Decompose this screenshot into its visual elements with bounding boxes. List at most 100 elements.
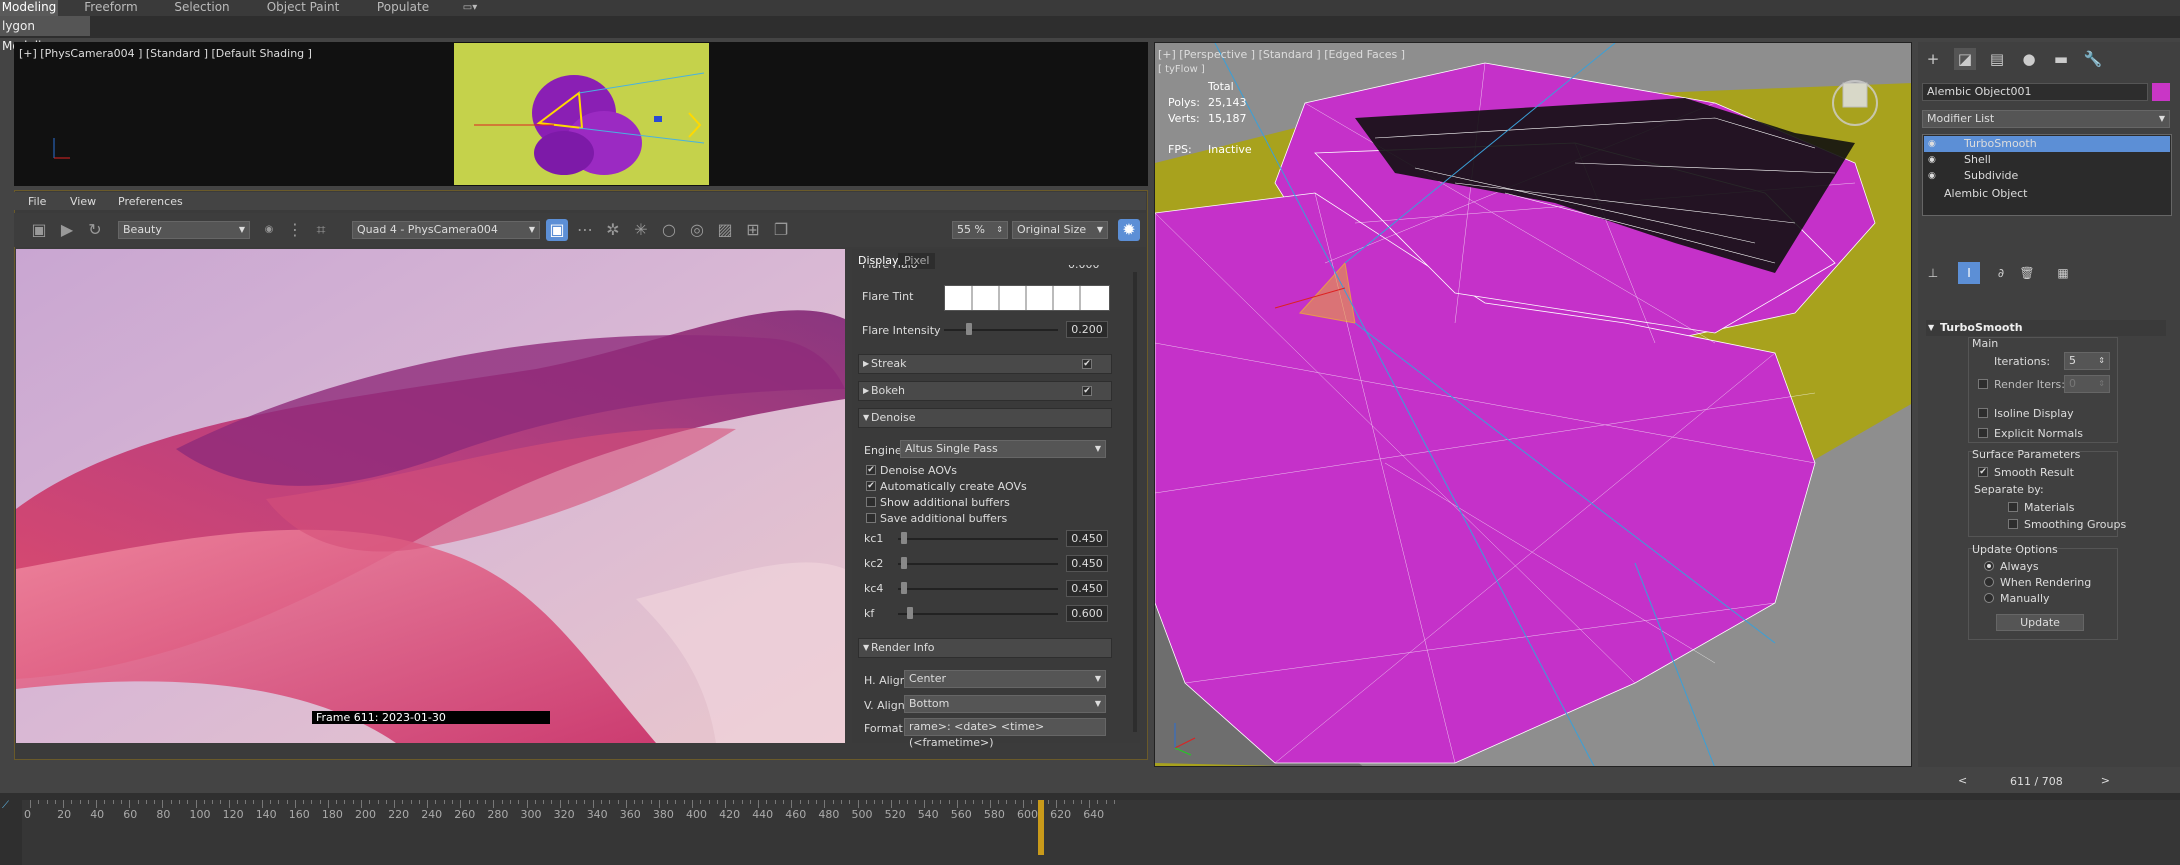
display-icon[interactable]: ▬ (2050, 48, 2072, 70)
section-render-info[interactable]: ▼ Render Info (858, 638, 1112, 658)
when-rendering-radio[interactable] (1984, 577, 1994, 587)
menu-preferences[interactable]: Preferences (118, 195, 183, 208)
kf-value[interactable]: 0.600 (1066, 605, 1108, 622)
tab-selection[interactable]: Selection (168, 0, 236, 16)
update-button[interactable]: Update (1996, 614, 2084, 631)
eye-icon[interactable]: ◉ (1928, 168, 1936, 184)
section-bokeh[interactable]: ▶ Bokeh (858, 381, 1112, 401)
stack-item-subdivide[interactable]: ◉ Subdivide (1924, 168, 2170, 184)
make-unique-icon[interactable]: ∂ (1990, 262, 2012, 284)
kc1-thumb[interactable] (901, 532, 908, 544)
target-icon[interactable]: ◎ (686, 219, 708, 241)
flare-intensity-value[interactable]: 0.200 (1066, 321, 1108, 338)
region-icon[interactable]: ⋯ (574, 219, 596, 241)
explicit-normals-checkbox[interactable] (1978, 428, 1988, 438)
stack-item-alembic[interactable]: Alembic Object (1924, 186, 2170, 202)
grid-icon[interactable]: ⋮ (284, 219, 306, 241)
refresh-icon[interactable]: ↻ (84, 219, 106, 241)
menu-view[interactable]: View (70, 195, 96, 208)
prev-frame-icon[interactable]: < (1958, 774, 1967, 787)
streak-checkbox[interactable]: ✔ (1082, 359, 1092, 369)
eye-icon[interactable]: ◉ (1928, 136, 1936, 152)
modify-icon[interactable]: ◪ (1954, 48, 1976, 70)
kc4-thumb[interactable] (901, 582, 908, 594)
tab-object-paint[interactable]: Object Paint (258, 0, 348, 16)
key-filter-icon[interactable]: ⟋ (2, 800, 9, 811)
tab-modeling[interactable]: Modeling (0, 0, 58, 16)
polygon-modeling-label[interactable]: lygon Modeling (0, 16, 90, 53)
show-buffers-checkbox[interactable] (866, 497, 876, 507)
flare-intensity-thumb[interactable] (965, 323, 972, 335)
add-image-icon[interactable]: ⊞ (742, 219, 764, 241)
next-frame-icon[interactable]: > (2101, 774, 2110, 787)
copy-icon[interactable]: ❐ (770, 219, 792, 241)
engine-dropdown[interactable]: Altus Single Pass ▼ (900, 440, 1106, 458)
snowflake-alt-icon[interactable]: ✳ (630, 219, 652, 241)
settings-toggle-icon[interactable]: ✹ (1118, 219, 1140, 241)
kc1-track[interactable] (898, 538, 1058, 540)
rgb-icon[interactable]: ◉ (258, 219, 280, 241)
render-iters-checkbox[interactable] (1978, 379, 1988, 389)
snowflake-icon[interactable]: ✲ (602, 219, 624, 241)
bokeh-checkbox[interactable]: ✔ (1082, 386, 1092, 396)
rollout-turbosmooth[interactable]: ▼ TurboSmooth (1926, 320, 2166, 336)
flare-intensity-track[interactable] (944, 329, 1058, 331)
pin-icon[interactable]: ⊥ (1922, 262, 1944, 284)
section-denoise[interactable]: ▼ Denoise (858, 408, 1112, 428)
crop-icon[interactable]: ⌗ (310, 219, 332, 241)
kc2-value[interactable]: 0.450 (1066, 555, 1108, 572)
show-end-result-icon[interactable]: I (1958, 262, 1980, 284)
play-icon[interactable]: ▶ (56, 219, 78, 241)
kf-track[interactable] (898, 613, 1058, 615)
stack-item-shell[interactable]: ◉ Shell (1924, 152, 2170, 168)
configure-icon[interactable]: ▦ (2052, 262, 2074, 284)
object-color-swatch[interactable] (2152, 83, 2170, 101)
materials-checkbox[interactable] (2008, 502, 2018, 512)
circle-icon[interactable]: ○ (658, 219, 680, 241)
tab-populate[interactable]: Populate (368, 0, 438, 16)
modifier-list-dropdown[interactable]: Modifier List ▼ (1922, 110, 2170, 128)
playhead[interactable] (1038, 800, 1045, 855)
motion-icon[interactable]: ● (2018, 48, 2040, 70)
always-radio[interactable] (1984, 561, 1994, 571)
kc2-track[interactable] (898, 563, 1058, 565)
iterations-spinner[interactable]: 5 ⇕ (2064, 352, 2110, 370)
flare-tint-swatches[interactable] (944, 285, 1110, 311)
kc4-value[interactable]: 0.450 (1066, 580, 1108, 597)
kc2-thumb[interactable] (901, 557, 908, 569)
render-iters-spinner[interactable]: 0 ⇕ (2064, 375, 2110, 393)
manually-radio[interactable] (1984, 593, 1994, 603)
size-dropdown[interactable]: Original Size ▼ (1012, 221, 1108, 239)
camera-viewport-label[interactable]: [+] [PhysCamera004 ] [Standard ] [Defaul… (19, 47, 312, 60)
kc1-value[interactable]: 0.450 (1066, 530, 1108, 547)
section-streak[interactable]: ▶ Streak (858, 354, 1112, 374)
kc4-track[interactable] (898, 588, 1058, 590)
hierarchy-icon[interactable]: ▤ (1986, 48, 2008, 70)
denoise-aovs-checkbox[interactable]: ✔ (866, 465, 876, 475)
kf-thumb[interactable] (907, 607, 914, 619)
perspective-viewport-label[interactable]: [+] [Perspective ] [Standard ] [Edged Fa… (1158, 48, 1405, 61)
h-align-dropdown[interactable]: Center ▼ (904, 670, 1106, 688)
eye-icon[interactable]: ◉ (1928, 152, 1936, 168)
format-input[interactable]: rame>: <date> <time> (<frametime>) (904, 718, 1106, 749)
save-buffers-checkbox[interactable] (866, 513, 876, 523)
view-dropdown[interactable]: Quad 4 - PhysCamera004 ▼ (352, 221, 540, 239)
isoline-checkbox[interactable] (1978, 408, 1988, 418)
object-name-field[interactable]: Alembic Object001 (1922, 83, 2148, 101)
panel-scrollbar[interactable] (1133, 272, 1137, 732)
ribbon-options-icon[interactable]: ▭▾ (456, 0, 484, 16)
smooth-result-checkbox[interactable]: ✔ (1978, 467, 1988, 477)
image-icon[interactable]: ▨ (714, 219, 736, 241)
lock-icon[interactable]: ▣ (546, 219, 568, 241)
perspective-viewport[interactable] (1154, 42, 1912, 767)
trash-icon[interactable]: 🗑 (2016, 262, 2038, 284)
tab-freeform[interactable]: Freeform (70, 0, 152, 16)
menu-file[interactable]: File (28, 195, 46, 208)
auto-create-aovs-checkbox[interactable]: ✔ (866, 481, 876, 491)
smoothing-groups-checkbox[interactable] (2008, 519, 2018, 529)
channel-dropdown[interactable]: Beauty ▼ (118, 221, 250, 239)
stack-item-turbosmooth[interactable]: ◉ TurboSmooth (1924, 136, 2170, 152)
v-align-dropdown[interactable]: Bottom ▼ (904, 695, 1106, 713)
create-icon[interactable]: + (1922, 48, 1944, 70)
time-slider[interactable]: < 611 / 708 > (1954, 773, 2114, 790)
